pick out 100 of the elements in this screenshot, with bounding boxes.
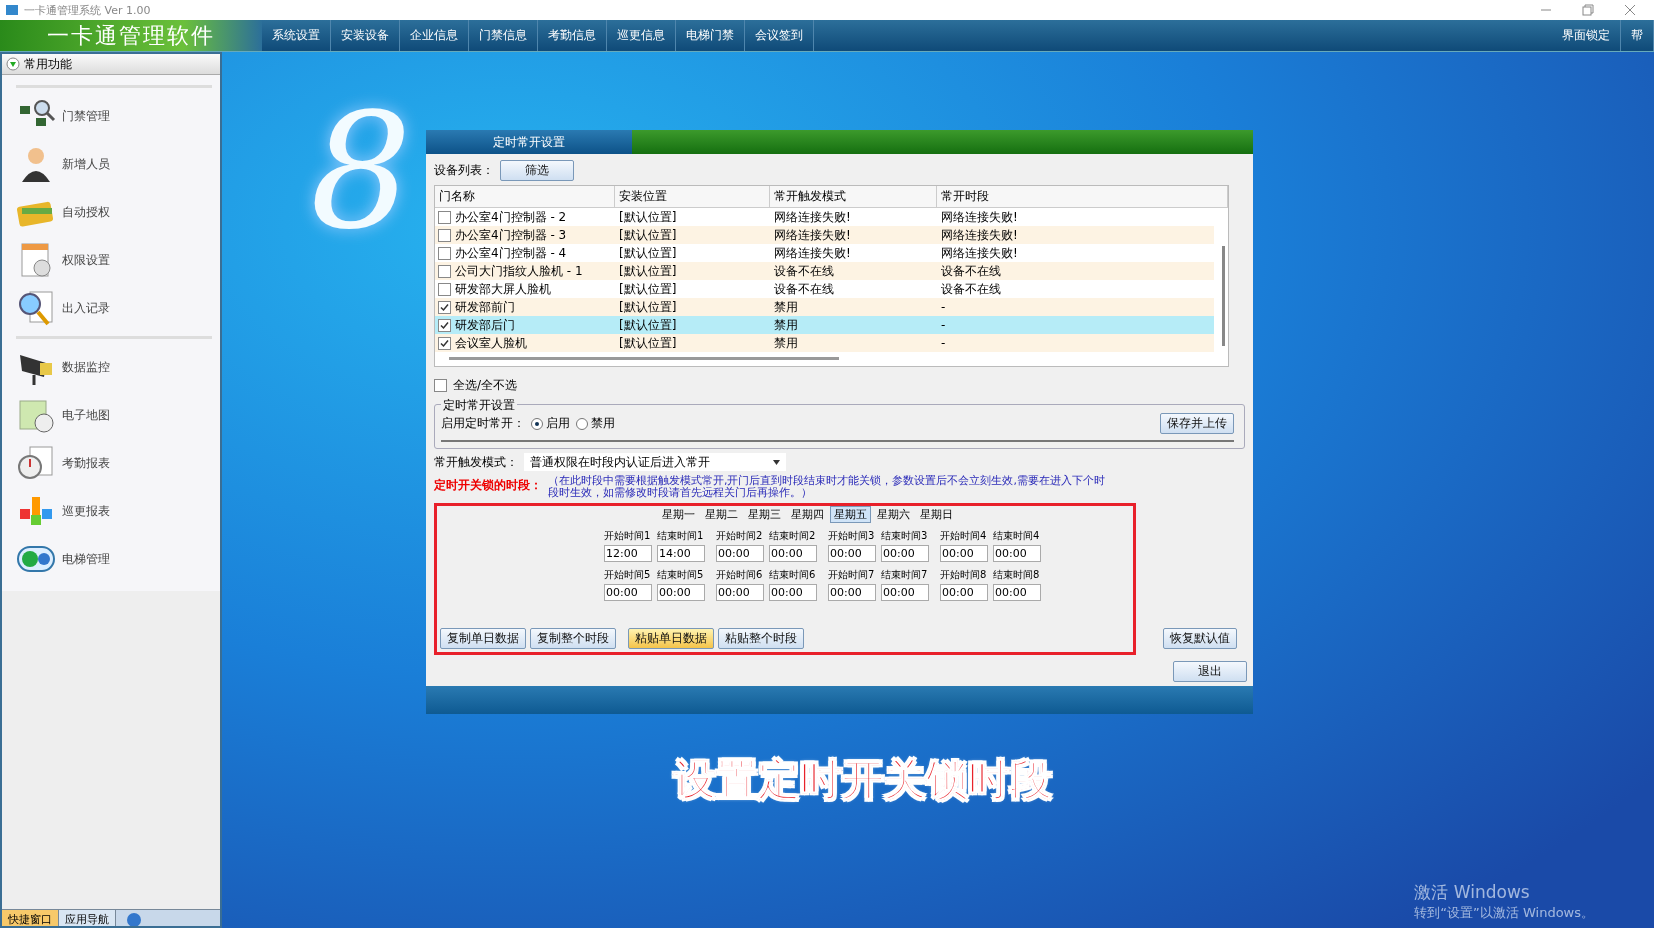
- table-row[interactable]: 公司大门指纹人脸机 - 1 [默认位置] 设备不在线 设备不在线: [435, 262, 1214, 280]
- panel-tab[interactable]: 应用导航: [59, 910, 116, 926]
- time-field[interactable]: 12:00: [604, 545, 652, 562]
- time-field[interactable]: 00:00: [828, 545, 876, 562]
- menu-item[interactable]: 会议签到: [745, 20, 814, 51]
- table-cell-text: 设备不在线: [773, 280, 835, 298]
- action-button[interactable]: 复制单日数据: [440, 628, 526, 649]
- table-cell-text: [默认位置]: [618, 244, 678, 262]
- sidebar-item[interactable]: 考勤报表: [16, 439, 212, 487]
- time-field[interactable]: 00:00: [769, 584, 817, 601]
- action-button[interactable]: 复制整个时段: [530, 628, 616, 649]
- sidebar-item[interactable]: 电梯管理: [16, 535, 212, 583]
- filter-button[interactable]: 筛选: [500, 160, 574, 181]
- sidebar-item[interactable]: 巡更报表: [16, 487, 212, 535]
- time-field[interactable]: 00:00: [716, 545, 764, 562]
- field-label: 结束时间1: [657, 529, 705, 543]
- radio-button[interactable]: [576, 417, 588, 430]
- field-label: 结束时间8: [993, 568, 1041, 582]
- column-header[interactable]: 安装位置: [615, 186, 770, 207]
- table-cell-text: 设备不在线: [940, 280, 1002, 298]
- checkbox[interactable]: [438, 300, 451, 314]
- scrollbar-thumb[interactable]: [449, 357, 839, 360]
- field-label: 结束时间7: [881, 568, 929, 582]
- day-tab[interactable]: 星期三: [744, 506, 785, 523]
- menu-item[interactable]: 电梯门禁: [676, 20, 745, 51]
- sidebar-item[interactable]: 电子地图: [16, 391, 212, 439]
- radio-button[interactable]: [531, 417, 543, 430]
- checkbox[interactable]: [434, 379, 447, 392]
- checkbox[interactable]: [438, 228, 451, 242]
- table-cell: 研发部大屏人脸机: [455, 280, 551, 298]
- panel-tab[interactable]: 快捷窗口: [2, 910, 59, 926]
- time-field[interactable]: 00:00: [993, 584, 1041, 601]
- day-tab[interactable]: 星期五: [830, 506, 871, 523]
- sidebar-item[interactable]: 自动授权: [16, 188, 212, 236]
- field-label: 开始时间2: [716, 529, 764, 543]
- column-header[interactable]: 常开时段: [937, 186, 1228, 207]
- time-field[interactable]: 14:00: [657, 545, 705, 562]
- menu-item[interactable]: 企业信息: [400, 20, 469, 51]
- day-tab[interactable]: 星期一: [658, 506, 699, 523]
- time-field[interactable]: 00:00: [657, 584, 705, 601]
- table-cell-text: 网络连接失败!: [940, 244, 1019, 262]
- restore-button[interactable]: 恢复默认值: [1163, 628, 1237, 649]
- checkbox[interactable]: [438, 336, 451, 350]
- time-field[interactable]: 00:00: [993, 545, 1041, 562]
- collapse-icon[interactable]: [6, 57, 20, 71]
- sidebar-item[interactable]: 数据监控: [16, 343, 212, 391]
- sidebar-item[interactable]: 权限设置: [16, 236, 212, 284]
- field-label: 开始时间6: [716, 568, 764, 582]
- table-cell: 办公室4门控制器 - 3: [455, 226, 567, 244]
- action-button[interactable]: 粘贴整个时段: [718, 628, 804, 649]
- time-field[interactable]: 00:00: [769, 545, 817, 562]
- menu-item[interactable]: 安装设备: [331, 20, 400, 51]
- day-tab[interactable]: 星期二: [701, 506, 742, 523]
- checkbox[interactable]: [438, 282, 451, 296]
- day-tab[interactable]: 星期六: [873, 506, 914, 523]
- mode-dropdown[interactable]: 普通权限在时段内认证后进入常开: [524, 453, 786, 471]
- field-label: 开始时间5: [604, 568, 652, 582]
- action-button[interactable]: 粘贴单日数据: [628, 628, 714, 649]
- help-icon[interactable]: [126, 910, 142, 926]
- table-row[interactable]: 会议室人脸机 [默认位置] 禁用 -: [435, 334, 1214, 352]
- column-header[interactable]: 门名称: [435, 186, 615, 207]
- table-row[interactable]: 研发部前门 [默认位置] 禁用 -: [435, 298, 1214, 316]
- table-cell-text: 网络连接失败!: [940, 226, 1019, 244]
- time-field[interactable]: 00:00: [881, 584, 929, 601]
- checkbox[interactable]: [438, 246, 451, 260]
- table-row[interactable]: 办公室4门控制器 - 3 [默认位置] 网络连接失败! 网络连接失败!: [435, 226, 1214, 244]
- dialog-tab[interactable]: 定时常开设置: [426, 130, 632, 154]
- menu-item[interactable]: 界面锁定: [1552, 20, 1621, 51]
- table-cell-text: -: [940, 318, 947, 332]
- scrollbar-thumb[interactable]: [1222, 246, 1225, 346]
- time-field[interactable]: 00:00: [940, 545, 988, 562]
- field-label: 开始时间7: [828, 568, 876, 582]
- field-label: 常开触发模式：: [434, 453, 518, 471]
- table-row[interactable]: 研发部后门 [默认位置] 禁用 -: [435, 316, 1214, 334]
- save-button[interactable]: 保存并上传: [1160, 413, 1234, 434]
- exit-button[interactable]: 退出: [1173, 661, 1247, 682]
- menu-item[interactable]: 巡更信息: [607, 20, 676, 51]
- time-field[interactable]: 00:00: [716, 584, 764, 601]
- day-tab[interactable]: 星期日: [916, 506, 957, 523]
- menu-item[interactable]: 考勤信息: [538, 20, 607, 51]
- close-icon[interactable]: [1624, 4, 1636, 16]
- checkbox[interactable]: [438, 264, 451, 278]
- table-cell-text: [默认位置]: [618, 280, 678, 298]
- table-cell-text: 网络连接失败!: [773, 208, 852, 226]
- checkbox[interactable]: [438, 318, 451, 332]
- activation-title: 激活 Windows: [1414, 881, 1531, 904]
- time-field[interactable]: 00:00: [881, 545, 929, 562]
- sidebar-item[interactable]: 出入记录: [16, 284, 212, 332]
- day-tab[interactable]: 星期四: [787, 506, 828, 523]
- time-field[interactable]: 00:00: [604, 584, 652, 601]
- sidebar-item[interactable]: 门禁管理: [16, 92, 212, 140]
- menu-item[interactable]: 门禁信息: [469, 20, 538, 51]
- menu-item[interactable]: 系统设置: [262, 20, 331, 51]
- time-field[interactable]: 00:00: [940, 584, 988, 601]
- column-header[interactable]: 常开触发模式: [770, 186, 937, 207]
- restore-icon[interactable]: [1582, 4, 1594, 16]
- time-field[interactable]: 00:00: [828, 584, 876, 601]
- checkbox[interactable]: [438, 210, 451, 224]
- sidebar-item[interactable]: 新增人员: [16, 140, 212, 188]
- menu-item[interactable]: 帮: [1621, 20, 1654, 51]
